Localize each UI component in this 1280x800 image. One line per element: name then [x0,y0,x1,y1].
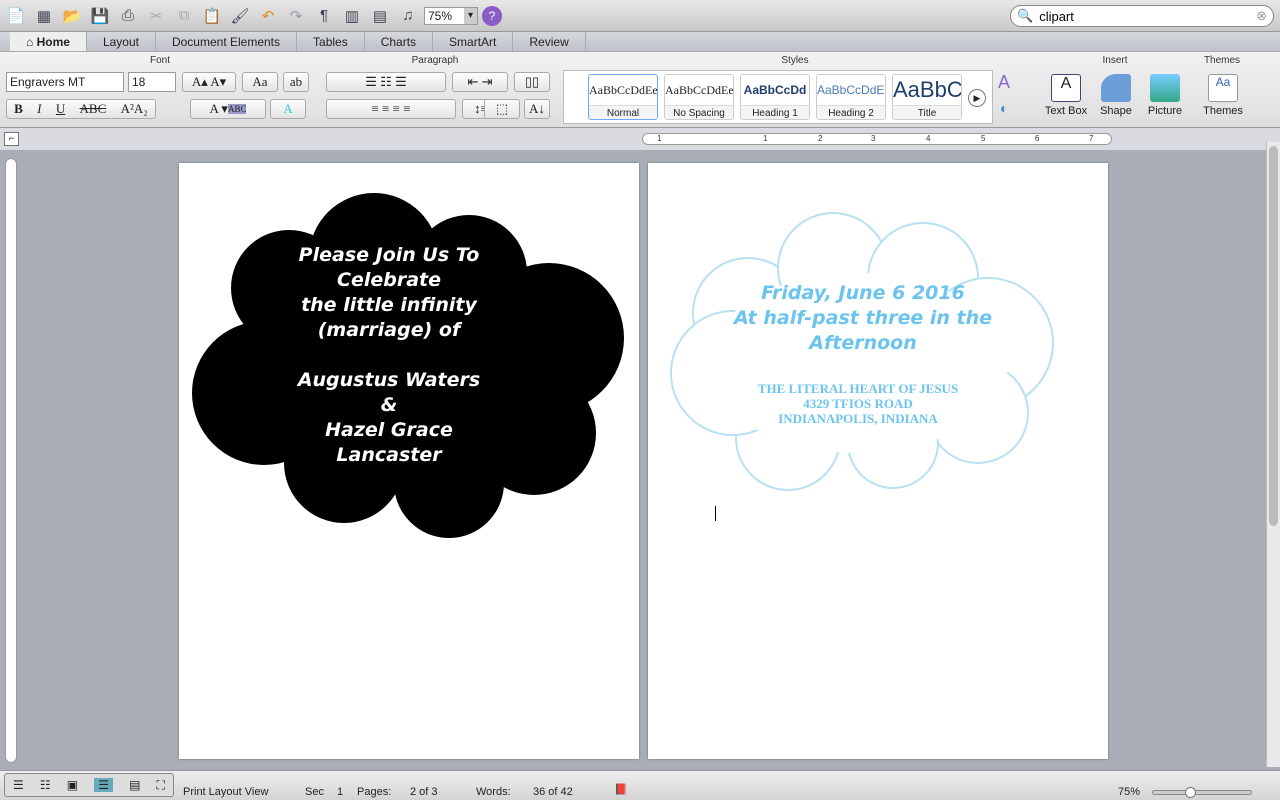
new-document-icon[interactable]: 📄 [4,4,28,28]
draft-view-icon[interactable]: ☰ [13,778,24,792]
pages-value[interactable]: 2 of 3 [410,786,438,798]
tab-document-elements[interactable]: Document Elements [156,32,298,51]
spelling-status-icon[interactable]: 📕 [614,783,628,796]
picture-icon [1150,74,1180,102]
section-value: 1 [337,786,344,798]
grow-shrink-font-button[interactable]: A▴ A▾ [182,72,236,92]
text-box-icon: A [1051,74,1081,102]
style-normal[interactable]: AaBbCcDdEe Normal [588,74,658,120]
cut-icon[interactable]: ✂ [144,4,168,28]
pilcrow-icon[interactable]: ¶ [312,4,336,28]
sort-button[interactable]: A↓ [524,99,550,119]
publishing-view-icon[interactable]: ▣ [67,778,78,792]
undo-icon[interactable]: ↶ [256,4,280,28]
indent-buttons[interactable]: ⇤ ⇥ [452,72,508,92]
search-icon: 🔍 [1017,8,1034,23]
borders-button[interactable]: ⬚ [484,99,520,119]
tab-layout[interactable]: Layout [87,32,156,51]
horizontal-ruler[interactable]: 1 1 2 3 4 5 6 7 [642,133,1112,145]
themes-group-title: Themes [1203,55,1241,66]
templates-icon[interactable]: ▦ [32,4,56,28]
font-family-select[interactable]: Engravers MT [6,72,124,92]
save-icon[interactable]: 💾 [88,4,112,28]
shape-icon [1101,74,1131,102]
zoom-slider[interactable] [1152,787,1252,798]
themes-button[interactable]: Aa Themes [1200,74,1246,117]
ribbon-tabs: ⌂ Home Layout Document Elements Tables C… [0,32,1280,52]
tab-tables[interactable]: Tables [297,32,365,51]
invitation-text[interactable]: Please Join Us To Celebrate the little inf… [239,243,539,468]
text-effects-button[interactable]: A [270,99,306,119]
style-no-spacing[interactable]: AaBbCcDdEe No Spacing [664,74,734,120]
style-heading-1[interactable]: AaBbCcDd Heading 1 [740,74,810,120]
words-value[interactable]: 36 of 42 [533,786,573,798]
pages-label: Pages: [357,786,392,798]
text-cursor [715,506,716,521]
list-buttons[interactable]: ☰ ☷ ☰ [326,72,446,92]
gallery-icon[interactable]: ▤ [368,4,392,28]
font-size-select[interactable]: 18 [128,72,176,92]
words-label: Words: [476,786,511,798]
insert-picture-button[interactable]: Picture [1142,74,1188,117]
tab-home[interactable]: ⌂ Home [10,32,87,51]
redo-icon[interactable]: ↷ [284,4,308,28]
focus-view-icon[interactable]: ⛶ [157,778,165,793]
print-layout-view-icon[interactable]: ☰ [94,778,113,792]
columns-button[interactable]: ▯▯ [514,72,550,92]
help-icon[interactable]: ? [482,5,502,26]
insert-shape-button[interactable]: Shape [1096,74,1136,117]
insert-group-title: Insert [1102,55,1128,66]
tab-smartart[interactable]: SmartArt [433,32,514,51]
styles-pane-icon[interactable]: ◐ [1000,100,1008,116]
insert-text-box-button[interactable]: A Text Box [1040,74,1092,117]
copy-icon[interactable]: ⧉ [172,4,196,28]
blue-cloud-shape[interactable] [648,163,1108,759]
view-label: Print Layout View [183,786,269,798]
search-input[interactable] [1039,8,1257,24]
manage-styles-icon[interactable]: A [998,72,1010,93]
open-icon[interactable]: 📂 [60,4,84,28]
sidebar-icon[interactable]: ▥ [340,4,364,28]
themes-icon: Aa [1208,74,1238,102]
clear-search-icon[interactable]: ⊗ [1256,8,1267,24]
alignment-buttons[interactable]: ≡ ≡ ≡ ≡ [326,99,456,119]
styles-next-icon[interactable]: ▶ [968,89,986,107]
print-icon[interactable]: ⎙ [116,4,140,28]
scrollbar-thumb[interactable] [1269,146,1278,526]
tab-stop-selector[interactable]: ⌐ [4,132,19,146]
style-heading-2[interactable]: AaBbCcDdEe Heading 2 [816,74,886,120]
search-field[interactable]: 🔍 ⊗ [1010,5,1274,27]
zoom-slider-thumb[interactable] [1185,787,1196,798]
vertical-ruler[interactable] [5,158,17,763]
tab-charts[interactable]: Charts [365,32,434,51]
zoom-select[interactable]: 75% [424,6,478,25]
view-buttons[interactable]: ☰ ☷ ▣ ☰ ▤ ⛶ [4,773,174,797]
page-1[interactable]: Please Join Us To Celebrate the little inf… [179,163,639,759]
media-browser-icon[interactable]: ♫ [396,4,420,28]
notebook-view-icon[interactable]: ▤ [129,778,140,792]
zoom-percent: 75% [1118,786,1141,798]
font-color-button[interactable]: A ▾ ABC [190,99,266,119]
vertical-scrollbar[interactable] [1266,142,1280,767]
paste-icon[interactable]: 📋 [200,4,224,28]
text-style-buttons[interactable]: B I U ABC A²A₂ [6,99,156,119]
outline-view-icon[interactable]: ☷ [40,778,51,792]
paragraph-group-title: Paragraph [411,55,459,66]
date-time-text[interactable]: Friday, June 6 2016 At half-past three in… [688,281,1038,356]
change-case-button[interactable]: Aa [242,72,278,92]
font-group-title: Font [149,55,170,66]
format-painter-icon[interactable]: 🖌 [228,4,252,28]
status-bar: ☰ ☷ ▣ ☰ ▤ ⛶ Print Layout View Sec 1 Pages: 2 … [0,770,1280,800]
styles-group-title: Styles [781,55,809,66]
clear-formatting-button[interactable]: ab [283,72,309,92]
ribbon: Font Engravers MT 18 A▴ A▾ Aa ab B I U ABC A… [0,52,1280,128]
style-title[interactable]: AaBbC Title [892,74,962,120]
venue-text[interactable]: THE LITERAL HEART OF JESUS 4329 TFIOS ROA… [688,381,1028,426]
section-label: Sec [305,786,324,798]
tab-review[interactable]: Review [513,32,586,51]
page-2[interactable]: Friday, June 6 2016 At half-past three in… [648,163,1108,759]
